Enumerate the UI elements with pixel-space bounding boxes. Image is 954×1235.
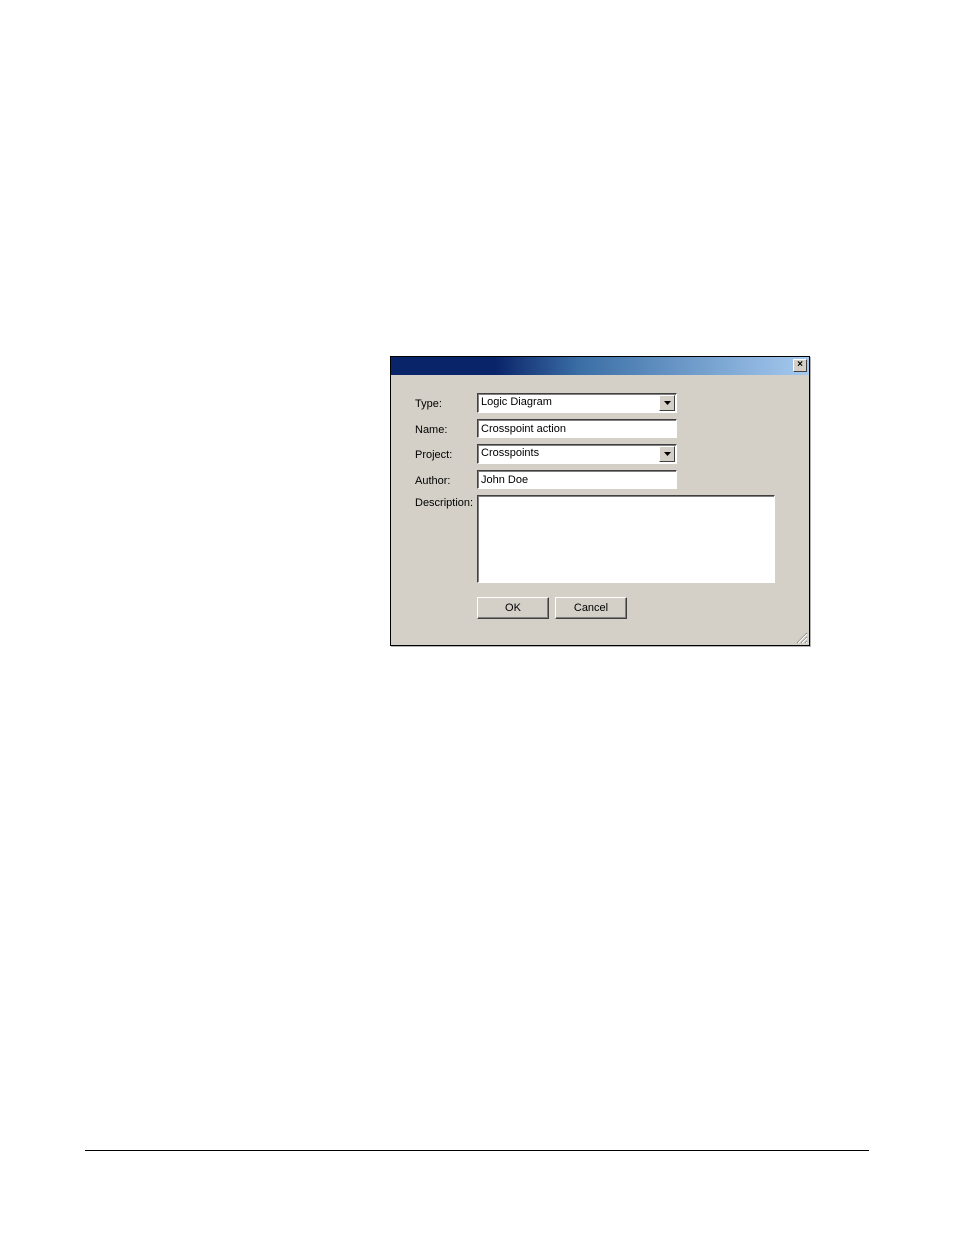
- label-project: Project:: [415, 447, 477, 461]
- cancel-button[interactable]: Cancel: [555, 597, 627, 619]
- close-icon: ×: [797, 359, 803, 370]
- row-project: Project: Crosspoints: [415, 444, 785, 464]
- project-dropdown[interactable]: Crosspoints: [477, 444, 677, 464]
- resize-grip[interactable]: [794, 630, 808, 644]
- dialog-body: Type: Logic Diagram Name: Project: Cross…: [391, 375, 809, 629]
- dialog-button-row: OK Cancel: [477, 597, 785, 619]
- properties-dialog: × Type: Logic Diagram Name: Project: Cro…: [390, 356, 810, 646]
- project-value: Crosspoints: [478, 445, 658, 463]
- author-input[interactable]: [477, 470, 677, 489]
- row-type: Type: Logic Diagram: [415, 393, 785, 413]
- footer-rule: [85, 1150, 869, 1151]
- name-input[interactable]: [477, 419, 677, 438]
- chevron-down-icon: [664, 401, 671, 405]
- type-dropdown-button[interactable]: [659, 395, 675, 411]
- close-button[interactable]: ×: [793, 359, 807, 372]
- label-type: Type:: [415, 396, 477, 410]
- dialog-titlebar: ×: [391, 357, 809, 375]
- row-description: Description:: [415, 495, 785, 583]
- row-name: Name:: [415, 419, 785, 438]
- type-dropdown[interactable]: Logic Diagram: [477, 393, 677, 413]
- label-name: Name:: [415, 422, 477, 436]
- label-description: Description:: [415, 495, 477, 509]
- resize-grip-icon: [794, 630, 808, 644]
- chevron-down-icon: [664, 452, 671, 456]
- description-textarea[interactable]: [477, 495, 775, 583]
- ok-button[interactable]: OK: [477, 597, 549, 619]
- label-author: Author:: [415, 473, 477, 487]
- type-value: Logic Diagram: [478, 394, 658, 412]
- project-dropdown-button[interactable]: [659, 446, 675, 462]
- row-author: Author:: [415, 470, 785, 489]
